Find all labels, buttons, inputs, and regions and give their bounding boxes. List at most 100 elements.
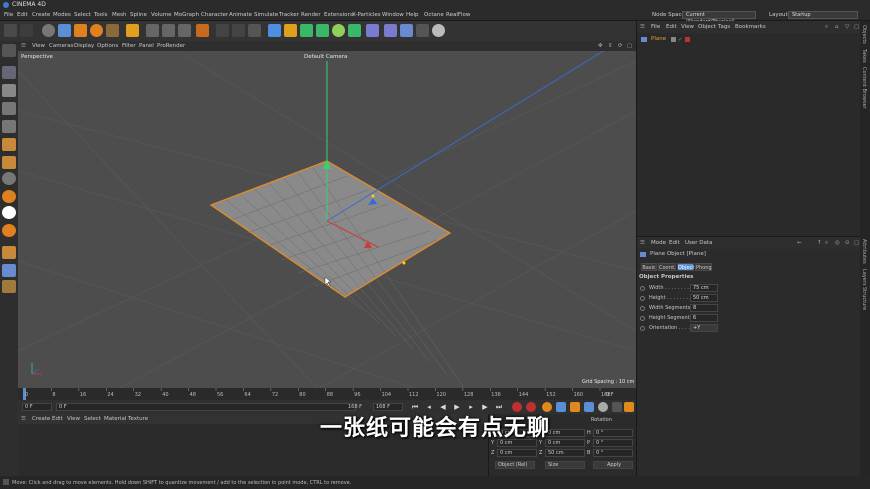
viewport-menu-display[interactable]: Display — [74, 43, 94, 49]
deformer-icon[interactable] — [366, 24, 379, 37]
rotate-tool-icon[interactable] — [90, 24, 103, 37]
3d-viewport[interactable]: Perspective Default Camera Grid Spacing … — [18, 51, 636, 389]
timeline-ruler[interactable]: 0 8 16 24 32 40 48 56 64 72 80 88 96 104 112 120 128 136 1… — [18, 388, 636, 400]
object-menu-object[interactable]: Object — [698, 24, 716, 30]
cloner-icon[interactable] — [332, 24, 345, 37]
object-search-icon[interactable]: ⌕ — [825, 24, 828, 31]
viewport-canvas[interactable] — [18, 51, 636, 389]
live-selection-icon[interactable] — [42, 24, 55, 37]
snap-icon[interactable] — [2, 172, 16, 185]
side-tab-content-browser[interactable]: Content Browser — [861, 67, 867, 109]
menu-tracker[interactable]: Tracker — [279, 12, 299, 18]
object-axis-icon[interactable] — [126, 24, 139, 37]
menu-render[interactable]: Render — [301, 12, 321, 18]
menu-octane[interactable]: Octane — [424, 12, 444, 18]
visibility-icon[interactable] — [671, 37, 676, 42]
object-home-icon[interactable]: ⌂ — [835, 24, 839, 30]
height-field[interactable]: 50 cm — [690, 294, 718, 302]
tab-phong[interactable]: Phong — [695, 263, 712, 271]
menu-x-particles[interactable]: X-Particles — [352, 12, 381, 18]
width-segments-field[interactable]: 8 — [690, 304, 718, 312]
height-segments-field[interactable]: 6 — [690, 314, 718, 322]
viewport-rotate-icon[interactable]: ⟳ — [618, 43, 623, 49]
axis-mode-icon[interactable] — [2, 156, 16, 169]
viewport-menu-cameras[interactable]: Cameras — [49, 43, 73, 49]
back-arrow-icon[interactable]: ← — [797, 240, 802, 246]
viewport-panel-icon[interactable]: ☰ — [21, 43, 26, 49]
cube-primitive-icon[interactable] — [268, 24, 281, 37]
object-menu-tags[interactable]: Tags — [718, 24, 730, 30]
object-new-window-icon[interactable]: ▢ — [854, 24, 859, 30]
menu-realflow[interactable]: RealFlow — [446, 12, 470, 18]
object-list[interactable]: Plane ✓ — [637, 33, 861, 236]
menu-animate[interactable]: Animate — [229, 12, 252, 18]
object-menu-bookmarks[interactable]: Bookmarks — [735, 24, 766, 30]
side-tab-attributes[interactable]: Attributes — [861, 239, 867, 264]
render-view-icon[interactable] — [216, 24, 229, 37]
menu-modes[interactable]: Modes — [53, 12, 71, 18]
object-menu-file[interactable]: File — [651, 24, 660, 30]
tab-coord[interactable]: Coord. — [658, 263, 676, 271]
camera-icon[interactable] — [416, 24, 429, 37]
plane-corner-handle[interactable] — [402, 261, 406, 265]
attribute-search-icon[interactable]: ⌕ — [825, 240, 828, 247]
light-icon[interactable] — [432, 24, 445, 37]
layout-dropdown[interactable]: Startup — [788, 11, 858, 19]
coordinate-system-icon[interactable] — [196, 24, 209, 37]
attribute-lock-icon[interactable]: ◎ — [835, 240, 840, 246]
apply-button[interactable]: Apply — [593, 461, 633, 469]
extrude-generator-icon[interactable] — [316, 24, 329, 37]
coordinate-size-select[interactable]: Size — [545, 461, 585, 469]
viewport-menu-filter[interactable]: Filter — [122, 43, 136, 49]
mograph-effector-icon[interactable] — [348, 24, 361, 37]
menu-extensions[interactable]: Extensions — [324, 12, 354, 18]
point-mode-icon[interactable] — [2, 102, 16, 115]
move-tool-icon[interactable] — [58, 24, 71, 37]
camera-name[interactable]: Default Camera — [304, 54, 347, 60]
size-z-field[interactable]: 50 cm — [545, 449, 585, 457]
scale-tool-icon[interactable] — [74, 24, 87, 37]
up-arrow-icon[interactable]: ↑ — [817, 240, 822, 246]
enabled-check-icon[interactable]: ✓ — [678, 37, 682, 43]
attribute-menu-edit[interactable]: Edit — [669, 240, 680, 246]
environment-icon[interactable] — [400, 24, 413, 37]
x-axis-lock-icon[interactable] — [146, 24, 159, 37]
viewport-menu-panel[interactable]: Panel — [139, 43, 154, 49]
workplane-icon[interactable] — [2, 206, 16, 219]
tab-object[interactable]: Object — [677, 263, 694, 271]
render-settings-icon[interactable] — [248, 24, 261, 37]
menu-character[interactable]: Character — [201, 12, 228, 18]
viewport-maximize-icon[interactable]: ▢ — [627, 43, 632, 49]
attribute-new-window-icon[interactable]: ▢ — [854, 240, 859, 246]
snap-settings-icon[interactable] — [2, 190, 16, 203]
menu-help[interactable]: Help — [406, 12, 419, 18]
tab-basic[interactable]: Basic — [641, 263, 657, 271]
menu-edit[interactable]: Edit — [17, 12, 28, 18]
viewport-move-icon[interactable]: ✥ — [598, 43, 603, 49]
pos-z-field[interactable]: 0 cm — [497, 449, 537, 457]
edge-mode-icon[interactable] — [2, 120, 16, 133]
list-item[interactable]: Plane ✓ — [641, 36, 701, 44]
menu-create[interactable]: Create — [32, 12, 50, 18]
undo-icon[interactable] — [4, 24, 17, 37]
menu-mograph[interactable]: MoGraph — [174, 12, 199, 18]
object-name[interactable]: Plane — [651, 36, 666, 42]
make-editable-icon[interactable] — [2, 44, 16, 57]
viewport-menu-options[interactable]: Options — [97, 43, 118, 49]
floor-icon[interactable] — [384, 24, 397, 37]
menu-spline[interactable]: Spline — [130, 12, 147, 18]
y-axis-lock-icon[interactable] — [162, 24, 175, 37]
orientation-dropdown[interactable]: +Y — [690, 324, 718, 332]
attribute-menu-user-data[interactable]: User Data — [685, 240, 712, 246]
menu-simulate[interactable]: Simulate — [254, 12, 278, 18]
animate-width-segments-icon[interactable] — [640, 306, 645, 311]
viewport-menu-prorender[interactable]: ProRender — [157, 43, 185, 49]
menu-mesh[interactable]: Mesh — [112, 12, 126, 18]
viewport-zoom-icon[interactable]: ⇕ — [608, 43, 613, 49]
polygon-mode-icon[interactable] — [2, 138, 16, 151]
object-menu-edit[interactable]: Edit — [666, 24, 677, 30]
menu-file[interactable]: File — [4, 12, 13, 18]
menu-volume[interactable]: Volume — [151, 12, 171, 18]
pen-spline-icon[interactable] — [284, 24, 297, 37]
viewport-solo-icon[interactable] — [2, 280, 16, 293]
